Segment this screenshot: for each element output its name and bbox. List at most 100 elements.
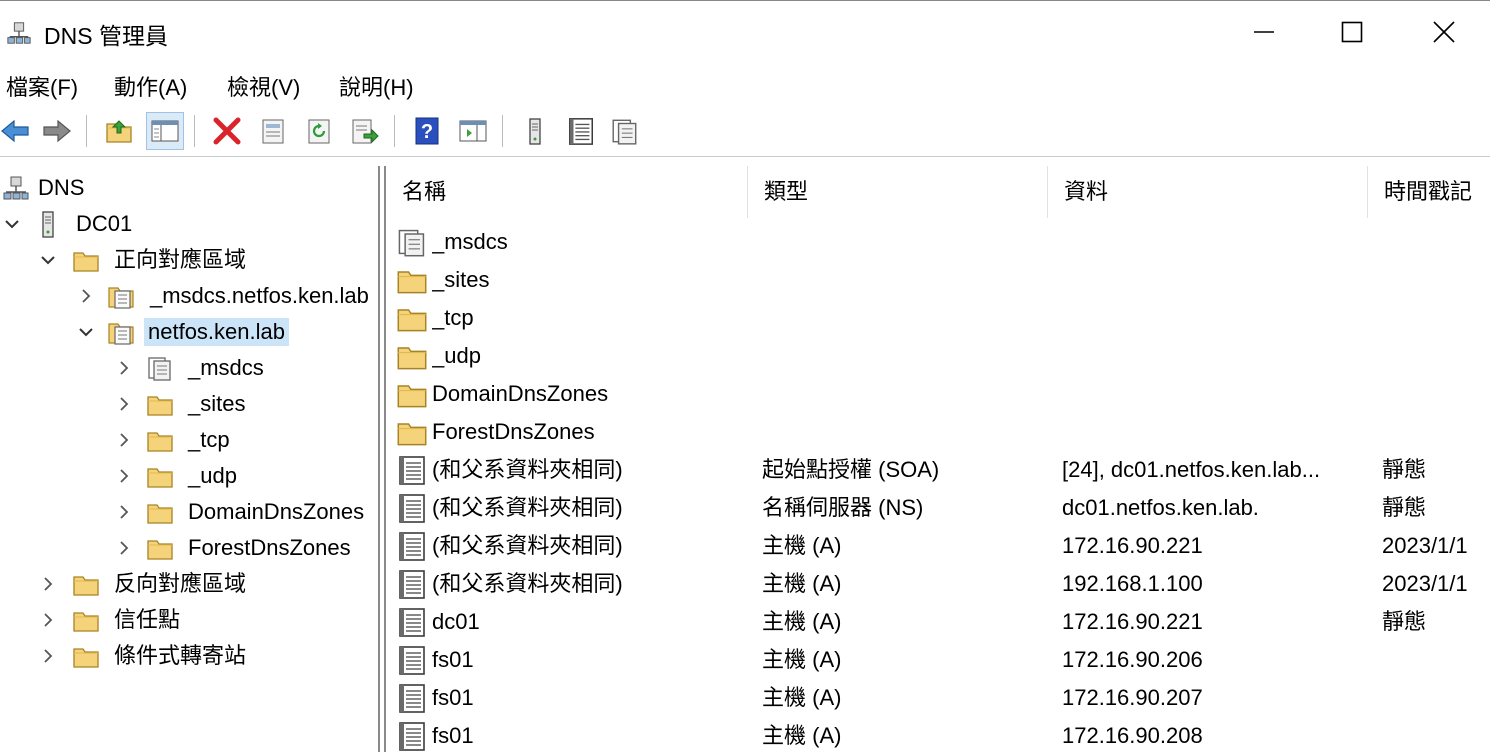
forward-button[interactable]	[38, 112, 76, 150]
menu-action[interactable]: 動作(A)	[114, 70, 187, 102]
tree-item-sub-domaindnszones[interactable]: DomainDnsZones	[0, 494, 378, 530]
record-name: (和父系資料夾相同)	[432, 571, 623, 596]
tree-label: _msdcs.netfos.ken.lab	[150, 283, 369, 308]
tree-label: 信任點	[114, 607, 181, 632]
toolbar-separator	[86, 115, 87, 147]
record-name: DomainDnsZones	[432, 381, 609, 406]
record-row[interactable]: _msdcs	[386, 223, 1490, 261]
console-view-button[interactable]	[454, 112, 492, 150]
record-timestamp: 2023/1/1	[1382, 571, 1468, 596]
record-row[interactable]: fs01 主機 (A) 172.16.90.206	[386, 641, 1490, 679]
record-row[interactable]: (和父系資料夾相同) 主機 (A) 172.16.90.221 2023/1/1	[386, 527, 1490, 565]
record-type: 起始點授權 (SOA)	[762, 457, 940, 482]
toolbar-separator	[394, 115, 395, 147]
record-icon	[396, 682, 428, 714]
chevron-right-icon[interactable]	[114, 430, 134, 450]
tree-item-netfos-zone[interactable]: netfos.ken.lab	[0, 314, 378, 350]
record-name: fs01	[432, 685, 474, 710]
refresh-button[interactable]	[300, 112, 338, 150]
maximize-button[interactable]	[1306, 5, 1398, 59]
chevron-right-icon[interactable]	[114, 466, 134, 486]
tree-label: 條件式轉寄站	[114, 643, 247, 668]
record-row[interactable]: fs01 主機 (A) 172.16.90.207	[386, 679, 1490, 717]
chevron-down-icon[interactable]	[38, 250, 58, 270]
column-header-timestamp[interactable]: 時間戳記	[1368, 166, 1490, 218]
record-icon	[396, 454, 428, 486]
menu-file[interactable]: 檔案(F)	[6, 70, 78, 102]
forward-arrow-icon	[43, 119, 71, 143]
tree-label: DC01	[76, 211, 133, 236]
record-row[interactable]: ForestDnsZones	[386, 413, 1490, 451]
delete-button[interactable]	[208, 112, 246, 150]
tree-item-trust-points[interactable]: 信任點	[0, 602, 378, 638]
folder-icon	[72, 246, 100, 274]
close-button[interactable]	[1398, 5, 1490, 59]
chevron-right-icon[interactable]	[114, 538, 134, 558]
chevron-right-icon[interactable]	[114, 358, 134, 378]
delete-icon	[213, 117, 241, 145]
record-data: 172.16.90.207	[1062, 685, 1203, 710]
chevron-down-icon[interactable]	[2, 214, 22, 234]
tree-item-msdcs-zone[interactable]: _msdcs.netfos.ken.lab	[0, 278, 378, 314]
copy-button[interactable]	[606, 112, 644, 150]
chevron-right-icon[interactable]	[38, 646, 58, 666]
record-row[interactable]: DomainDnsZones	[386, 375, 1490, 413]
record-row[interactable]: (和父系資料夾相同) 主機 (A) 192.168.1.100 2023/1/1	[386, 565, 1490, 603]
chevron-right-icon[interactable]	[114, 394, 134, 414]
record-icon	[396, 606, 428, 638]
toolbar-separator	[194, 115, 195, 147]
show-hide-console-tree-button[interactable]	[146, 112, 184, 150]
console-tree: DNS DC01 正向對應區域 _msdcs.netfos.ken.lab ne…	[0, 166, 380, 752]
help-button[interactable]: ?	[408, 112, 446, 150]
chevron-right-icon[interactable]	[38, 574, 58, 594]
record-row[interactable]: (和父系資料夾相同) 名稱伺服器 (NS) dc01.netfos.ken.lab.…	[386, 489, 1490, 527]
export-list-button[interactable]	[346, 112, 384, 150]
properties-button[interactable]	[254, 112, 292, 150]
column-header-data[interactable]: 資料	[1048, 166, 1368, 218]
tree-item-dc01[interactable]: DC01	[0, 206, 378, 242]
record-row[interactable]: fs01 主機 (A) 172.16.90.208	[386, 717, 1490, 752]
svg-text:?: ?	[421, 121, 433, 143]
record-name: ForestDnsZones	[432, 419, 595, 444]
tree-item-reverse-zones[interactable]: 反向對應區域	[0, 566, 378, 602]
menu-help[interactable]: 說明(H)	[339, 70, 414, 102]
record-row[interactable]: _udp	[386, 337, 1490, 375]
server-button[interactable]	[516, 112, 554, 150]
record-row[interactable]: _sites	[386, 261, 1490, 299]
tree-item-sub-tcp[interactable]: _tcp	[0, 422, 378, 458]
tree-label: ForestDnsZones	[188, 535, 351, 560]
chevron-right-icon[interactable]	[38, 610, 58, 630]
tree-item-sub-forestdnszones[interactable]: ForestDnsZones	[0, 530, 378, 566]
menu-bar: 檔案(F) 動作(A) 檢視(V) 說明(H)	[0, 62, 1490, 107]
copy-icon	[610, 116, 640, 146]
up-one-level-button[interactable]	[100, 112, 138, 150]
record-type: 主機 (A)	[762, 571, 842, 596]
record-timestamp: 2023/1/1	[1382, 533, 1468, 558]
server-icon	[34, 210, 62, 238]
record-name: _msdcs	[432, 229, 508, 254]
list-button[interactable]	[562, 112, 600, 150]
chevron-right-icon[interactable]	[114, 502, 134, 522]
chevron-right-icon[interactable]	[76, 286, 96, 306]
back-button[interactable]	[0, 112, 34, 150]
tree-item-dns[interactable]: DNS	[0, 170, 378, 206]
folder-icon	[396, 378, 428, 410]
column-header-type[interactable]: 類型	[748, 166, 1048, 218]
minimize-icon	[1254, 31, 1274, 33]
tree-item-conditional-forwarders[interactable]: 條件式轉寄站	[0, 638, 378, 674]
tree-label: 反向對應區域	[114, 571, 247, 596]
record-row[interactable]: dc01 主機 (A) 172.16.90.221 靜態	[386, 603, 1490, 641]
record-name: _tcp	[432, 305, 474, 330]
show-hide-tree-icon	[151, 120, 179, 142]
minimize-button[interactable]	[1218, 5, 1310, 59]
tree-item-sub-sites[interactable]: _sites	[0, 386, 378, 422]
record-row[interactable]: _tcp	[386, 299, 1490, 337]
tree-item-sub-udp[interactable]: _udp	[0, 458, 378, 494]
menu-view[interactable]: 檢視(V)	[227, 70, 300, 102]
zone-icon	[108, 282, 136, 310]
chevron-down-icon[interactable]	[76, 322, 96, 342]
tree-item-forward-zones[interactable]: 正向對應區域	[0, 242, 378, 278]
column-header-name[interactable]: 名稱	[386, 166, 748, 218]
tree-item-sub-msdcs[interactable]: _msdcs	[0, 350, 378, 386]
record-row[interactable]: (和父系資料夾相同) 起始點授權 (SOA) [24], dc01.netfos.k…	[386, 451, 1490, 489]
